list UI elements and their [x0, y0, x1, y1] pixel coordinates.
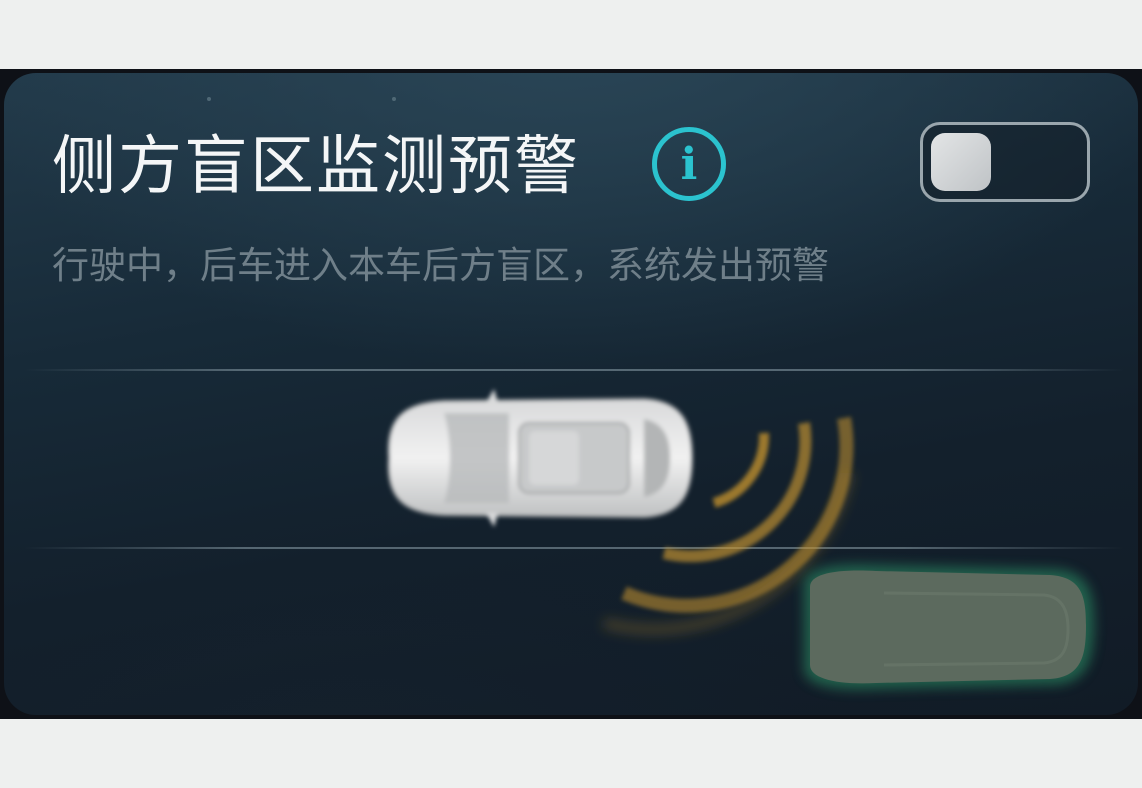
own-vehicle-icon	[387, 389, 694, 527]
blind-spot-setting-card: 侧方盲区监测预警 i 行驶中，后车进入本车后方盲区，系统发出预警	[4, 73, 1138, 715]
app-frame: 侧方盲区监测预警 i 行驶中，后车进入本车后方盲区，系统发出预警	[0, 69, 1142, 719]
blind-spot-illustration	[387, 389, 1094, 690]
rear-vehicle-icon	[804, 564, 1094, 690]
